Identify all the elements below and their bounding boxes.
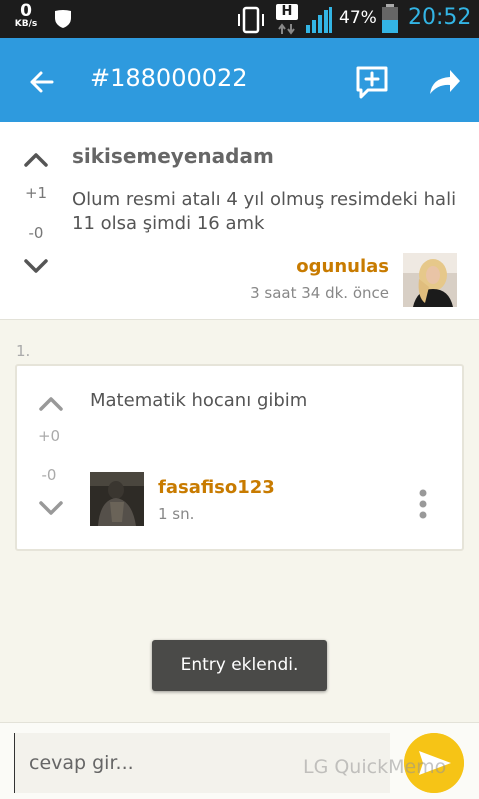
comment-downvote-count: -0 [41,466,57,484]
entry-author[interactable]: ogunulas [296,256,389,277]
avatar[interactable] [403,253,457,307]
comment-downvote-chevron-icon[interactable] [37,494,65,522]
add-comment-icon[interactable] [352,62,392,102]
comment-card: +0 -0 Matematik hocanı gibim fasafiso123… [15,364,464,551]
reply-input[interactable] [14,733,390,793]
signal-icon [306,7,332,33]
entry-timestamp: 3 saat 34 dk. önce [250,284,389,302]
status-bar: 0 KB/s H 47% 20:52 [0,0,479,38]
reply-bar [0,722,479,799]
vibrate-icon [238,6,264,34]
battery-icon [382,4,398,33]
app-bar: #188000022 [0,38,479,122]
network-speed-unit: KB/s [14,19,38,29]
downvote-count: -0 [28,224,44,242]
downvote-chevron-icon[interactable] [22,252,50,280]
share-icon[interactable] [424,62,464,102]
entry-card: +1 -0 sikisemeyenadam Olum resmi atalı 4… [0,122,479,320]
page-title: #188000022 [90,64,248,92]
network-speed: 0 KB/s [10,3,42,29]
more-options-icon[interactable] [411,486,435,522]
comment-index: 1. [16,342,31,360]
shield-icon [55,10,71,28]
network-type-label: H [276,4,298,20]
comment-avatar[interactable] [90,472,144,526]
toast-message: Entry eklendi. [152,640,327,691]
data-arrows-icon [278,23,295,35]
network-speed-value: 0 [20,1,32,21]
comment-author[interactable]: fasafiso123 [158,477,275,498]
comment-upvote-chevron-icon[interactable] [37,390,65,418]
upvote-chevron-icon[interactable] [22,146,50,174]
back-arrow-icon[interactable] [22,62,62,102]
send-button[interactable] [404,733,464,793]
comment-text: Matematik hocanı gibim [90,390,308,411]
clock: 20:52 [408,5,472,30]
network-type-icon: H [276,4,298,35]
comment-upvote-count: +0 [37,427,61,445]
upvote-count: +1 [24,184,48,202]
entry-body: Olum resmi atalı 4 yıl olmuş resimdeki h… [72,189,457,234]
battery-percent: 47% [339,8,377,28]
entry-header: sikisemeyenadam [72,144,274,168]
comment-timestamp: 1 sn. [158,505,195,523]
